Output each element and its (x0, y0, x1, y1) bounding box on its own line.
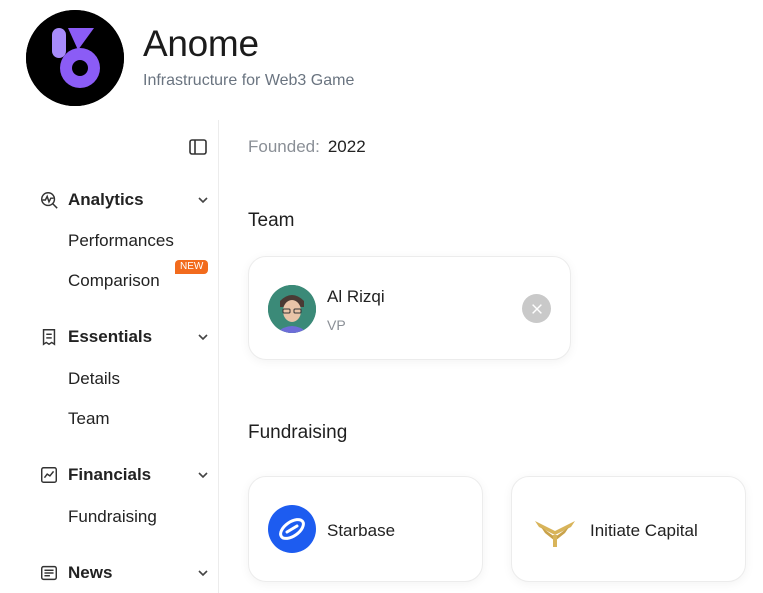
app-title: Anome (143, 23, 259, 64)
chevron-down-icon (196, 566, 210, 580)
sidebar-item-comparison[interactable]: Comparison (68, 270, 160, 292)
new-badge: NEW (175, 260, 209, 274)
sidebar-toggle-icon[interactable] (188, 137, 208, 157)
sidebar-section-label: Analytics (68, 190, 144, 209)
sidebar-section-financials[interactable]: Financials (38, 463, 210, 487)
investor-name: Initiate Capital (590, 521, 698, 540)
sidebar-item-performances[interactable]: Performances (68, 230, 174, 252)
sidebar-section-essentials[interactable]: Essentials (38, 325, 210, 349)
team-heading: Team (248, 210, 295, 231)
x-twitter-icon[interactable] (522, 294, 551, 323)
team-member-card[interactable]: Al Rizqi VP (248, 256, 571, 360)
sidebar-section-label: Financials (68, 465, 152, 484)
sidebar-item-fundraising[interactable]: Fundraising (68, 506, 157, 528)
investor-card[interactable]: Initiate Capital (511, 476, 746, 582)
sidebar-section-label: Essentials (68, 327, 153, 346)
member-name: Al Rizqi (327, 287, 385, 306)
member-role: VP (327, 317, 346, 333)
chevron-down-icon (196, 193, 210, 207)
sidebar-section-analytics[interactable]: Analytics (38, 188, 210, 212)
initiate-capital-logo-icon (531, 505, 579, 553)
app-subtitle: Infrastructure for Web3 Game (143, 72, 355, 89)
chevron-down-icon (196, 330, 210, 344)
avatar (268, 285, 316, 333)
sidebar-section-news[interactable]: News (38, 561, 210, 585)
receipt-icon (38, 326, 60, 348)
newspaper-icon (38, 562, 60, 584)
founded-row: Founded: 2022 (248, 136, 366, 158)
sidebar-section-label: News (68, 563, 113, 582)
investor-card[interactable]: Starbase (248, 476, 483, 582)
investor-name: Starbase (327, 521, 396, 540)
sidebar-item-details[interactable]: Details (68, 368, 120, 390)
starbase-logo-icon (268, 505, 316, 553)
founded-label: Founded: (248, 137, 320, 156)
fundraising-heading: Fundraising (248, 422, 348, 443)
chevron-down-icon (196, 468, 210, 482)
founded-value: 2022 (327, 137, 366, 156)
sidebar: Analytics Performances Comparison NEW Es… (0, 120, 219, 593)
anome-logo-icon (26, 10, 124, 106)
chart-line-icon (38, 464, 60, 486)
sidebar-item-team[interactable]: Team (68, 408, 110, 430)
analytics-icon (38, 189, 60, 211)
